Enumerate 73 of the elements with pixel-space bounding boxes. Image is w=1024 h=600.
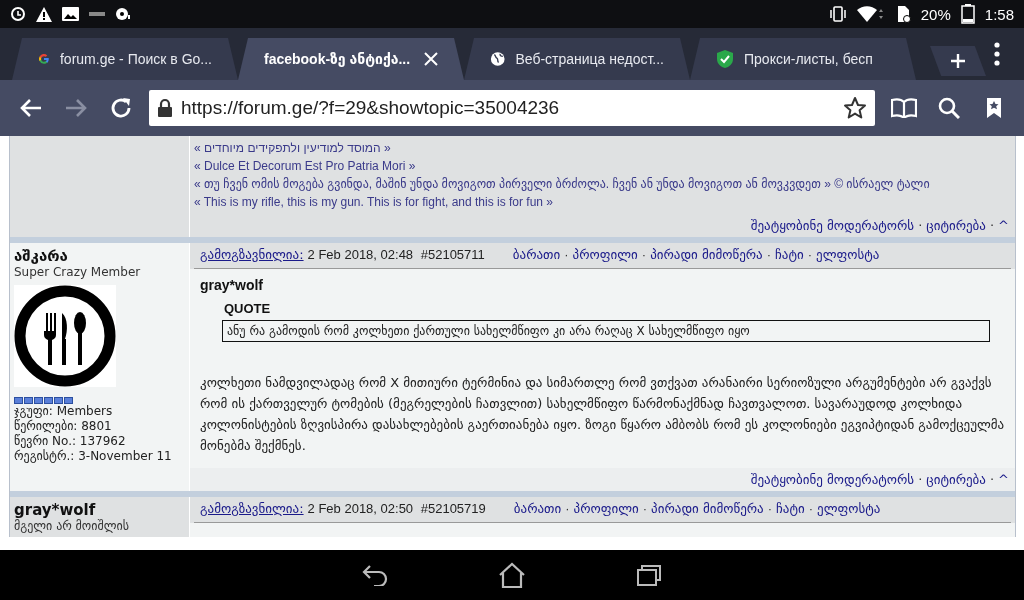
separator-dot: · [767, 501, 773, 516]
back-icon[interactable] [362, 564, 388, 586]
plus-icon [950, 53, 966, 69]
warning-icon [36, 6, 52, 22]
quote-author: gray*wolf [200, 277, 264, 293]
browser-tab[interactable]: Веб-страница недост... [464, 38, 690, 80]
post-number: #52105719 [419, 501, 486, 516]
separator-dot: · [989, 218, 995, 233]
posted-link[interactable]: გამოგზავნილია: [200, 247, 304, 262]
post-link[interactable]: პირადი მიმოწერა [651, 501, 764, 516]
separator-dot: · [565, 501, 570, 516]
separator-dot: · [989, 472, 995, 487]
member-stat: რეგისტრ.: 3-November 11 [14, 449, 173, 464]
lock-icon [157, 98, 173, 118]
image-icon [62, 7, 79, 21]
author-name[interactable]: gray*wolf [14, 501, 185, 519]
post-link[interactable]: ციტირება [926, 218, 986, 233]
separator-dot: · [642, 501, 648, 516]
post-link[interactable]: პირადი მიმოწერა [650, 247, 763, 262]
posted-link[interactable]: გამოგზავნილია: [200, 501, 304, 516]
browser-tab[interactable]: Прокси-листы, бесп [690, 38, 916, 80]
disc-icon [115, 6, 131, 22]
post-text: კოლხეთი ნამდვილადაც რომ X მითიური ტერმინია და სიმართლე რომ ვთქვათ არანაირი სერიოზული არგუმენტები არ გვაქვს რომ ის ქართველურ ტომების (მეგრელების ჩათვლით) სახელმწიფო წარმონაქმნად ჩავთვალოთ. სავარაუდოდ კოლხიდა კოლონისტების ზღვისპირა დასახლებების გაერთიანება იყო. ზოგი წყარო ამბობს რომ ეს კოლონიები ეგვიპტიდან გამოქცეულმა მონებმა შექმნეს. [200, 374, 1005, 455]
post-link[interactable]: ელფოსტა [816, 247, 880, 262]
post-link[interactable]: ბარათი [512, 247, 561, 262]
signature-line: « თუ ჩვენ ომის მოგება გვინდა, მაშინ უნდა მოვიგოთ პირველი ბრძოლა. ჩვენ ან უნდა მოვიგოთ ან მოვკვდეთ » © ისრაელ ტალი [194, 176, 931, 193]
separator-dot: · [766, 247, 772, 262]
separator-dot: · [641, 247, 647, 262]
battery-percent: 20% [920, 5, 951, 23]
recents-icon[interactable] [636, 564, 662, 586]
signature-line: « המוסד למודיעין ולתפקידים מיוחדים » [194, 140, 392, 157]
signature-line: « Dulce Et Decorum Est Pro Patria Mori » [194, 158, 417, 175]
member-stat: ჯგუფი: Members [14, 404, 114, 419]
vibrate-icon [828, 6, 847, 22]
home-icon[interactable] [498, 562, 526, 588]
battery-icon [960, 4, 975, 24]
close-icon[interactable] [424, 52, 438, 66]
post-link[interactable]: ჩატი [776, 501, 805, 516]
star-icon[interactable] [843, 96, 867, 120]
post-number: #52105711 [419, 247, 485, 262]
post-link[interactable]: პროფილი [573, 501, 639, 516]
shield-icon [716, 49, 734, 69]
author-name[interactable]: აშკარა [14, 247, 185, 265]
post-link[interactable]: ბარათი [513, 501, 562, 516]
separator-dot: · [807, 247, 813, 262]
quote-label: QUOTE [224, 301, 272, 316]
member-rank: Super Crazy Member [14, 265, 142, 279]
member-stat: წერილები: 8801 [14, 419, 113, 434]
post-link[interactable]: ჩატი [775, 247, 804, 262]
member-stat: წევრი No.: 137962 [14, 434, 127, 449]
post-date: 2 Feb 2018, 02:48 [307, 247, 414, 262]
post-link[interactable]: პროფილი [572, 247, 638, 262]
member-rank: მგელი არ მოიშლის [14, 519, 130, 533]
post-link[interactable]: ^ [998, 472, 1009, 487]
browser-tab[interactable]: forum.ge - Поиск в Go... [12, 38, 238, 80]
post-link[interactable]: ^ [998, 218, 1009, 233]
post-link[interactable]: ციტირება [926, 472, 986, 487]
clock: 1:58 [984, 5, 1014, 23]
signature-line: « This is my rifle, this is my gun. This is for fight, and this is for fun » [194, 194, 555, 211]
quote-box: ანუ რა გამოდის რომ კოლხეთი ქართული სახელმწიფო კი არა რაღაც X სახელმწიფო იყო [222, 320, 990, 342]
separator-dot: · [564, 247, 569, 262]
post-link[interactable]: შეატყობინე მოდერატორს [750, 472, 915, 487]
separator-dot: · [918, 218, 923, 233]
separator-dot: · [918, 472, 923, 487]
address-bar[interactable]: https://forum.ge/?f=29&showtopic=35004236 [149, 90, 875, 126]
globe-icon [490, 50, 506, 68]
browser-tab[interactable]: facebook-ზე ანტიქა... [238, 38, 464, 80]
post-date: 2 Feb 2018, 02:50 [307, 501, 414, 516]
separator-dot: · [808, 501, 814, 516]
post-link[interactable]: შეატყობინე მოდერატორს [750, 218, 915, 233]
wifi-icon [856, 5, 885, 23]
menu-icon[interactable] [994, 42, 1000, 66]
post-link[interactable]: ელფოსტა [817, 501, 881, 516]
